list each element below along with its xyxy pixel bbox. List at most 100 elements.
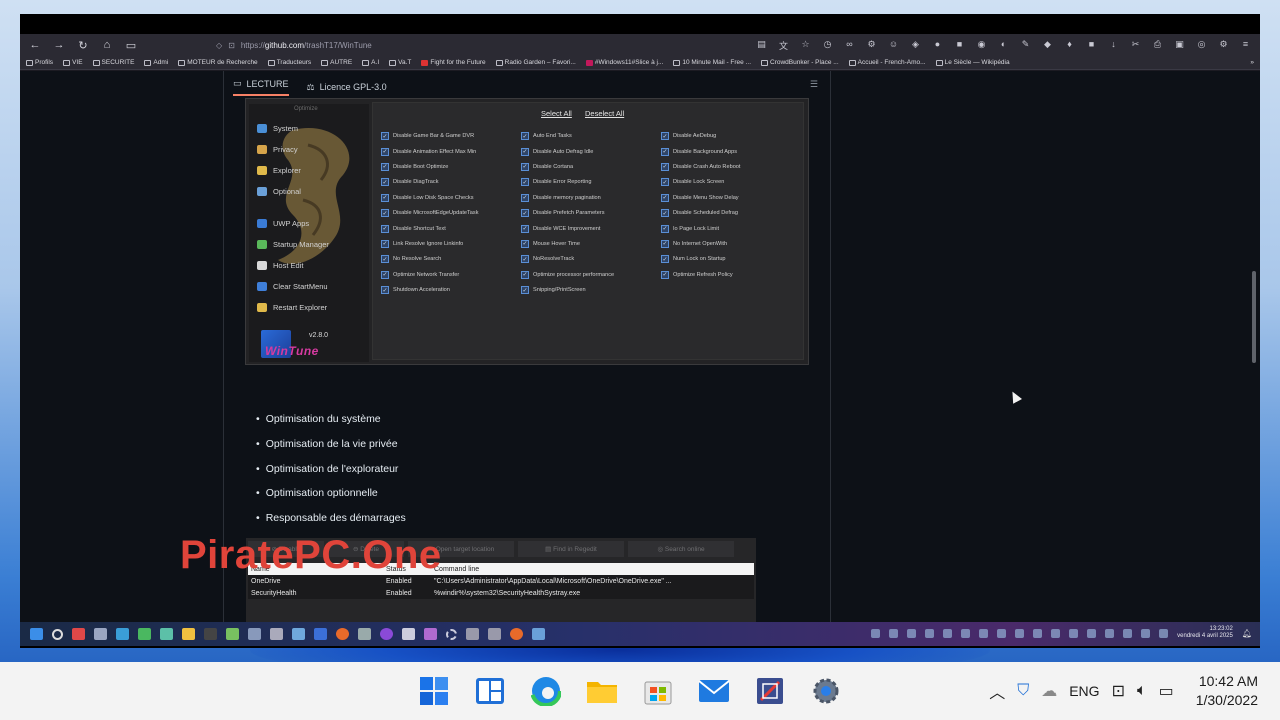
app-icon[interactable] [72,628,85,640]
outline-icon[interactable]: ☰ [810,79,818,90]
tray-icon[interactable] [907,628,917,638]
bookmarks-overflow-icon[interactable]: » [1250,59,1254,66]
option-checkbox[interactable]: ✓ Disable AeDebug [661,131,801,141]
option-checkbox[interactable]: ✓ Disable Lock Screen [661,177,801,187]
downloads-icon[interactable]: ↓ [1107,39,1120,52]
option-checkbox[interactable]: ✓ Optimize Network Transfer [381,270,521,280]
app-icon[interactable] [160,628,173,640]
sidebar-item-privacy[interactable]: Privacy [257,145,298,154]
bookmark-item[interactable]: A.I [362,59,379,66]
volume-icon[interactable]: 🔈︎ [1137,682,1147,700]
option-checkbox[interactable]: ✓ Disable memory pagination [521,193,661,203]
settings-icon[interactable]: ⚙ [1217,39,1230,52]
start-icon[interactable] [30,628,43,640]
addon-icon[interactable]: ◐ [997,39,1010,52]
reader-icon[interactable]: ▤ [755,39,768,52]
address-bar[interactable]: ◇ ⊡ https://github.com/trashT17/WinTune [208,37,678,53]
widgets-button[interactable] [472,674,508,708]
option-checkbox[interactable]: ✓ Shutdown Acceleration [381,285,521,295]
app-icon[interactable] [116,628,129,640]
tray-icon[interactable] [889,628,899,638]
mask-icon[interactable]: ∞ [843,39,856,52]
tab-license[interactable]: ⚖ Licence GPL-3.0 [307,78,387,96]
option-checkbox[interactable]: ✓ Disable WCE Improvement [521,223,661,233]
option-checkbox[interactable]: ✓ Disable Low Disk Space Checks [381,193,521,203]
sidebar-item-system[interactable]: System [257,124,298,133]
clock[interactable]: 10:42 AM 1/30/2022 [1196,672,1258,710]
option-checkbox[interactable]: ✓ Io Page Lock Limit [661,223,801,233]
bookmark-item[interactable]: Radio Garden – Favori... [495,59,576,66]
deselect-all-link[interactable]: Deselect All [585,109,624,118]
option-checkbox[interactable]: ✓ Disable DiagTrack [381,177,521,187]
forward-icon[interactable]: → [52,39,66,51]
firefox-icon[interactable] [336,628,349,640]
search-icon[interactable] [52,628,63,640]
option-checkbox[interactable]: ✓ Mouse Hover Time [521,239,661,249]
option-checkbox[interactable]: ✓ Disable Shortcut Text [381,223,521,233]
bookmark-item[interactable]: Admi [144,59,168,66]
file-explorer-icon[interactable] [182,628,195,640]
translate-icon[interactable]: 文 [777,39,790,52]
app-icon[interactable] [204,628,217,640]
firefox-icon[interactable] [510,628,523,640]
option-checkbox[interactable]: ✓ Disable Crash Auto Reboot [661,162,801,172]
sidebar-item-uwp-apps[interactable]: UWP Apps [257,219,309,228]
addon-icon[interactable]: ◆ [1041,39,1054,52]
bookmark-item[interactable]: Le Siècle — Wikipédia [935,59,1010,66]
sidebar-item-clear-startmenu[interactable]: Clear StartMenu [257,282,328,291]
tray-icon[interactable] [1051,628,1061,638]
recorded-clock[interactable]: 13:23:02 vendredi 4 avril 2025 [1177,626,1233,640]
option-checkbox[interactable]: ✓ Disable Error Reporting [521,177,661,187]
tray-icon[interactable] [1033,628,1043,638]
tray-icon[interactable] [1069,628,1079,638]
tray-icon[interactable] [1087,628,1097,638]
print-icon[interactable]: ⎙ [1151,39,1164,52]
option-checkbox[interactable]: ✓ Optimize Refresh Policy [661,270,801,280]
option-checkbox[interactable]: ✓ Disable Auto Defrag Idle [521,146,661,156]
option-checkbox[interactable]: ✓ Disable MicrosoftEdgeUpdateTask [381,208,521,218]
bookmark-item[interactable]: MOTEUR de Recherche [178,59,258,66]
page-scrollbar[interactable] [1252,271,1256,363]
app-icon[interactable] [94,628,107,640]
tray-icon[interactable] [997,628,1007,638]
addon-icon[interactable]: ■ [1085,39,1098,52]
edge-button[interactable] [528,674,564,708]
option-checkbox[interactable]: ✓ Disable Background Apps [661,146,801,156]
bookmark-item[interactable]: Profils [26,59,53,66]
option-checkbox[interactable]: ✓ Disable Game Bar & Game DVR [381,131,521,141]
bookmark-item[interactable]: CrowdBunker - Place ... [761,59,839,66]
option-checkbox[interactable]: ✓ Disable Animation Effect Max Min [381,146,521,156]
tray-icon[interactable] [1123,628,1133,638]
option-checkbox[interactable]: ✓ Disable Scheduled Defrag [661,208,801,218]
sidebar-item-startup-manager[interactable]: Startup Manager [257,240,329,249]
app-icon[interactable] [292,628,305,640]
addon-icon[interactable]: ◈ [909,39,922,52]
history-icon[interactable]: ◷ [821,39,834,52]
tray-icon[interactable] [943,628,953,638]
option-checkbox[interactable]: ✓ Link Resolve Ignore Linkinfo [381,239,521,249]
option-checkbox[interactable]: ✓ No Resolve Search [381,254,521,264]
account-icon[interactable]: ☺ [887,39,900,52]
bookmark-item[interactable]: Accueil - French-Amo... [848,59,926,66]
extension-icon[interactable]: ⚙ [865,39,878,52]
app-icon[interactable] [226,628,239,640]
addon-icon[interactable]: ✎ [1019,39,1032,52]
app-icon[interactable] [446,628,457,640]
settings-icon[interactable] [358,628,371,640]
tabs-icon[interactable]: ▭ [124,39,138,52]
network-icon[interactable]: ⊡ [1112,681,1125,701]
file-explorer-button[interactable] [584,674,620,708]
onedrive-cloud-icon[interactable]: ☁ [1041,681,1057,701]
app-icon[interactable] [270,628,283,640]
tray-icon[interactable] [1015,628,1025,638]
app-icon[interactable] [488,628,501,640]
bookmark-item[interactable]: 10 Minute Mail - Free ... [673,59,751,66]
security-shield-icon[interactable]: ⛉ [1017,682,1029,700]
addon-icon[interactable]: ♦ [1063,39,1076,52]
bookmark-star-icon[interactable]: ☆ [799,39,812,52]
sidebar-item-restart-explorer[interactable]: Restart Explorer [257,303,327,312]
option-checkbox[interactable]: ✓ No Internet OpenWith [661,239,801,249]
option-checkbox[interactable]: ✓ Optimize processor performance [521,270,661,280]
back-icon[interactable]: ← [28,39,42,51]
bookmark-item[interactable]: Fight for the Future [421,59,486,66]
